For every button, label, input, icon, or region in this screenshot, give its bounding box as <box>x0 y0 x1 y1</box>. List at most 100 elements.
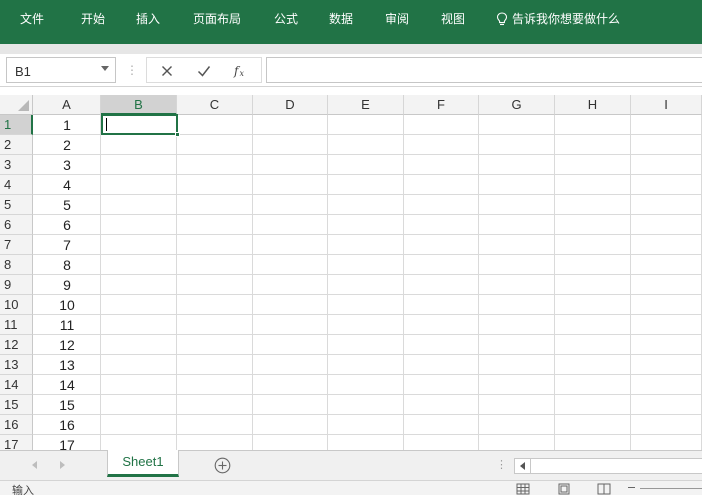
formula-bar: B1 ⋮ f x <box>0 54 702 87</box>
row-header-7[interactable]: 7 <box>0 235 33 255</box>
tab-home[interactable]: 开始 <box>81 11 105 27</box>
column-header-a[interactable]: A <box>33 95 101 115</box>
cell-a7[interactable]: 7 <box>33 235 101 255</box>
gridline-vertical <box>327 115 328 450</box>
name-box[interactable]: B1 <box>6 57 116 83</box>
row-header-8[interactable]: 8 <box>0 255 33 275</box>
gridline-horizontal <box>33 234 702 235</box>
tab-view[interactable]: 视图 <box>441 11 465 27</box>
select-all-triangle-icon <box>18 100 29 111</box>
page-layout-view-icon[interactable] <box>557 483 571 495</box>
tab-page-layout[interactable]: 页面布局 <box>193 11 241 27</box>
gridline-vertical <box>630 115 631 450</box>
column-header-i[interactable]: I <box>631 95 702 115</box>
row-header-4[interactable]: 4 <box>0 175 33 195</box>
column-header-c[interactable]: C <box>177 95 253 115</box>
zoom-slider[interactable] <box>640 488 702 489</box>
column-header-g[interactable]: G <box>479 95 555 115</box>
worksheet-grid[interactable]: ABCDEFGHI 1 2 3 4 5 6 7 8 9 10 11 12 13 14 15 16 17 1234… <box>0 95 702 450</box>
row-header-10[interactable]: 10 <box>0 295 33 315</box>
row-header-6[interactable]: 6 <box>0 215 33 235</box>
cell-a1[interactable]: 1 <box>33 115 101 135</box>
cell-a8[interactable]: 8 <box>33 255 101 275</box>
check-icon[interactable] <box>195 62 213 80</box>
chevron-down-icon[interactable] <box>101 66 109 71</box>
column-header-b[interactable]: B <box>101 95 177 115</box>
status-bar: 输入 <box>0 480 702 495</box>
select-all-button[interactable] <box>0 95 33 115</box>
plus-circle-icon[interactable] <box>214 457 231 474</box>
cell-a11[interactable]: 11 <box>33 315 101 335</box>
row-header-12[interactable]: 12 <box>0 335 33 355</box>
gridline-horizontal <box>33 314 702 315</box>
gridline-horizontal <box>33 214 702 215</box>
gridline-horizontal <box>33 294 702 295</box>
close-icon[interactable] <box>158 62 176 80</box>
tab-insert[interactable]: 插入 <box>136 11 160 27</box>
scrollbar-split-handle[interactable]: ⋮ <box>496 459 507 471</box>
function-icon[interactable]: f x <box>231 62 249 80</box>
text-cursor <box>106 118 107 131</box>
active-cell[interactable] <box>101 114 180 137</box>
svg-text:x: x <box>240 69 245 78</box>
gridline-horizontal <box>33 154 702 155</box>
gridline-horizontal <box>33 194 702 195</box>
gridline-vertical <box>252 115 253 450</box>
gridline-horizontal <box>33 334 702 335</box>
gridline-horizontal <box>33 434 702 435</box>
row-header-2[interactable]: 2 <box>0 135 33 155</box>
cell-a3[interactable]: 3 <box>33 155 101 175</box>
column-header-d[interactable]: D <box>253 95 328 115</box>
row-header-14[interactable]: 14 <box>0 375 33 395</box>
tab-data[interactable]: 数据 <box>329 11 353 27</box>
column-header-e[interactable]: E <box>328 95 404 115</box>
cell-a2[interactable]: 2 <box>33 135 101 155</box>
sheet-tab-sheet1[interactable]: Sheet1 <box>107 450 179 477</box>
cell-a5[interactable]: 5 <box>33 195 101 215</box>
zoom-out-icon[interactable] <box>628 487 635 488</box>
gridline-horizontal <box>33 394 702 395</box>
scroll-left-button[interactable] <box>515 459 531 473</box>
tab-review[interactable]: 审阅 <box>385 11 409 27</box>
gridline-horizontal <box>33 254 702 255</box>
ribbon-tab-bar: 文件 开始 插入 页面布局 公式 数据 审阅 视图 告诉我你想要做什么 <box>0 0 702 44</box>
cell-a12[interactable]: 12 <box>33 335 101 355</box>
row-header-5[interactable]: 5 <box>0 195 33 215</box>
cell-a16[interactable]: 16 <box>33 415 101 435</box>
sheet-nav-next-icon[interactable] <box>60 461 65 469</box>
status-mode: 输入 <box>12 484 34 495</box>
formula-buttons: f x <box>146 57 262 83</box>
page-break-view-icon[interactable] <box>597 483 611 495</box>
column-header-h[interactable]: H <box>555 95 631 115</box>
gridline-vertical <box>478 115 479 450</box>
row-header-9[interactable]: 9 <box>0 275 33 295</box>
sheet-nav-prev-icon[interactable] <box>32 461 37 469</box>
tab-formulas[interactable]: 公式 <box>274 11 298 27</box>
tab-file[interactable]: 文件 <box>20 11 44 27</box>
row-header-13[interactable]: 13 <box>0 355 33 375</box>
tell-me-search[interactable]: 告诉我你想要做什么 <box>496 11 620 27</box>
row-header-17[interactable]: 17 <box>0 435 33 450</box>
cell-a4[interactable]: 4 <box>33 175 101 195</box>
row-header-1[interactable]: 1 <box>0 115 33 135</box>
row-header-3[interactable]: 3 <box>0 155 33 175</box>
horizontal-scrollbar[interactable] <box>514 458 702 474</box>
normal-view-icon[interactable] <box>516 483 530 495</box>
cell-a14[interactable]: 14 <box>33 375 101 395</box>
name-box-value: B1 <box>15 64 31 79</box>
gridline-horizontal <box>33 274 702 275</box>
row-header-15[interactable]: 15 <box>0 395 33 415</box>
fill-handle[interactable] <box>175 132 180 137</box>
formula-input[interactable] <box>266 57 702 83</box>
cell-a17[interactable]: 17 <box>33 435 101 450</box>
cell-a10[interactable]: 10 <box>33 295 101 315</box>
cell-a13[interactable]: 13 <box>33 355 101 375</box>
row-header-11[interactable]: 11 <box>0 315 33 335</box>
cell-a9[interactable]: 9 <box>33 275 101 295</box>
column-header-f[interactable]: F <box>404 95 479 115</box>
row-header-16[interactable]: 16 <box>0 415 33 435</box>
gridline-vertical <box>176 115 177 450</box>
cell-a6[interactable]: 6 <box>33 215 101 235</box>
cell-a15[interactable]: 15 <box>33 395 101 415</box>
formula-bar-resize-handle[interactable]: ⋮ <box>126 63 138 77</box>
